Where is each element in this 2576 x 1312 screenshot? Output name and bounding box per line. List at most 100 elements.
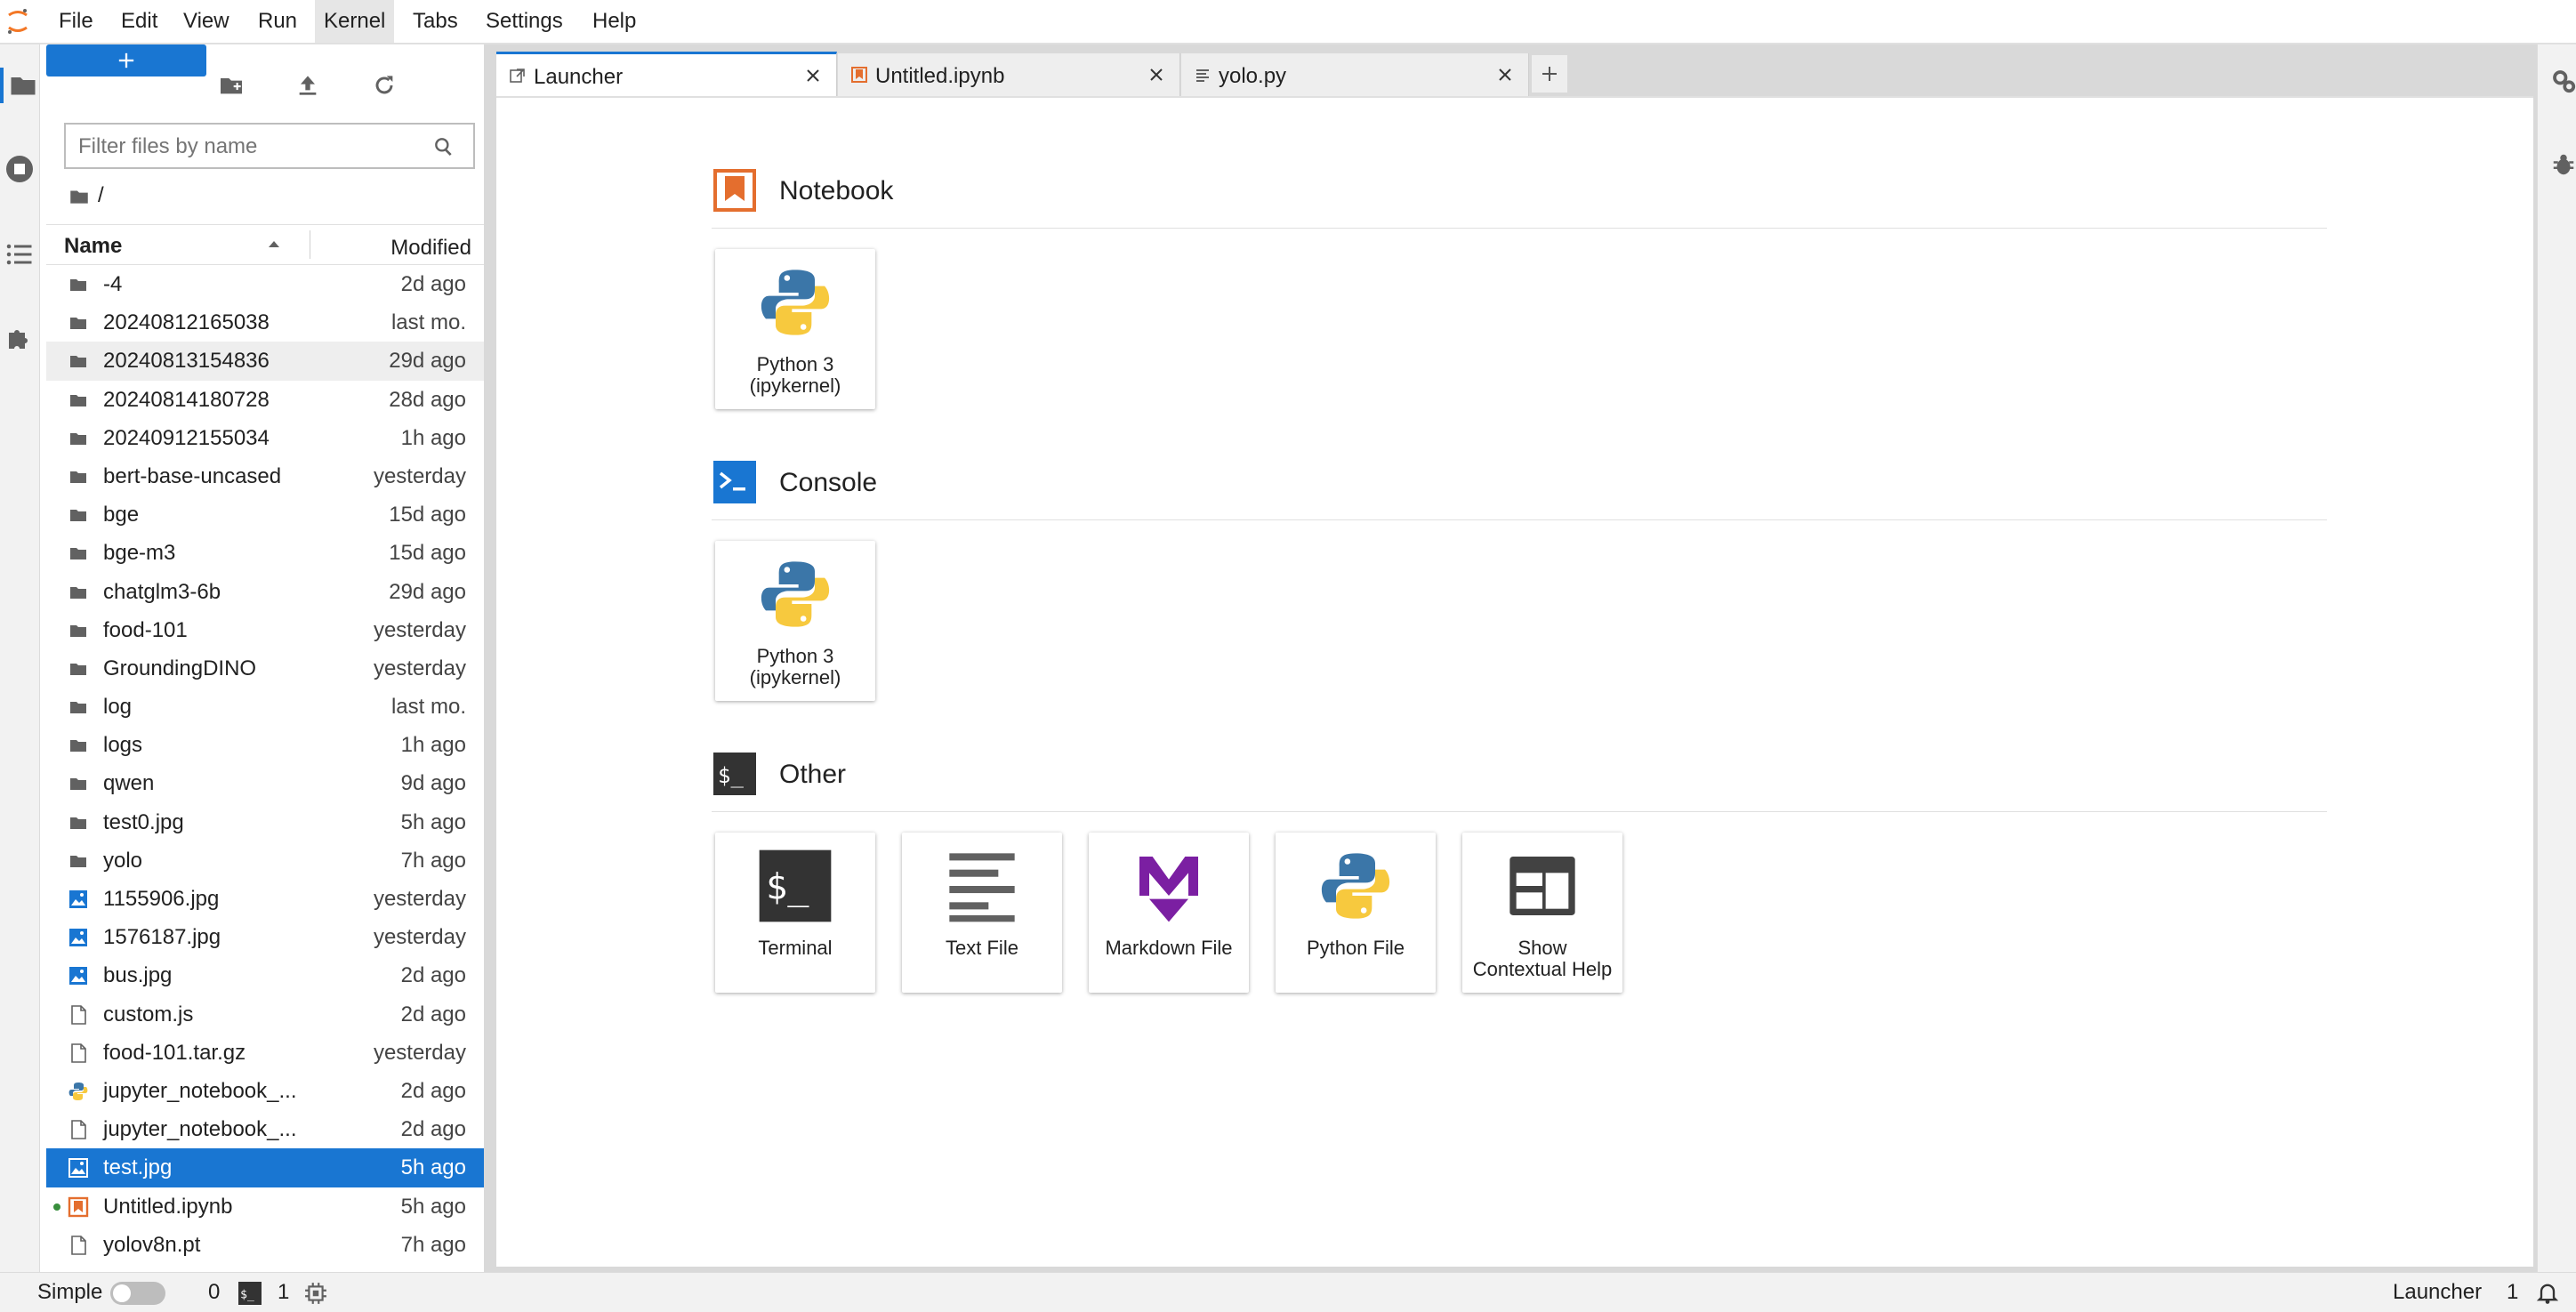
- file-row[interactable]: bge 15d ago: [46, 495, 484, 534]
- file-row[interactable]: custom.js 2d ago: [46, 995, 484, 1034]
- new-folder-icon[interactable]: [217, 68, 246, 103]
- file-browser-tab[interactable]: [0, 68, 39, 103]
- tab-label: Untitled.ipynb: [875, 64, 1005, 88]
- svg-text:$_: $_: [240, 1288, 254, 1301]
- tab-launcher[interactable]: Launcher: [496, 52, 837, 99]
- puzzle-icon: [9, 330, 28, 349]
- file-modified: 7h ago: [400, 1232, 466, 1257]
- file-row[interactable]: chatglm3-6b 29d ago: [46, 573, 484, 611]
- toggle-knob: [113, 1284, 131, 1302]
- tab-untitled-notebook[interactable]: Untitled.ipynb: [838, 53, 1180, 96]
- file-modified: 1h ago: [400, 425, 466, 450]
- folder-icon: [70, 778, 86, 791]
- filter-files-input[interactable]: [76, 132, 418, 162]
- text-file-card[interactable]: Text File: [902, 833, 1062, 993]
- property-inspector-icon[interactable]: [2550, 68, 2576, 94]
- column-header-name[interactable]: Name: [64, 234, 122, 259]
- file-row[interactable]: 20240912155034 1h ago: [46, 419, 484, 457]
- menu-help[interactable]: Help: [584, 0, 645, 43]
- file-row[interactable]: food-101 yesterday: [46, 611, 484, 649]
- kernel-chip-icon[interactable]: [304, 1282, 327, 1305]
- folder-icon: [70, 548, 86, 560]
- file-row[interactable]: GroundingDINO yesterday: [46, 649, 484, 688]
- breadcrumb-root[interactable]: /: [98, 183, 104, 208]
- file-modified: 29d ago: [389, 579, 466, 604]
- terminal-icon[interactable]: $_: [238, 1282, 262, 1305]
- file-name: 20240912155034: [103, 425, 270, 450]
- file-row[interactable]: test.jpg 5h ago: [46, 1148, 484, 1187]
- file-row[interactable]: 1576187.jpg yesterday: [46, 918, 484, 956]
- menu-kernel[interactable]: Kernel: [315, 0, 395, 43]
- file-name: bus.jpg: [103, 963, 173, 988]
- simple-mode-toggle[interactable]: [110, 1282, 165, 1305]
- file-name: qwen: [103, 771, 155, 796]
- file-name: test.jpg: [103, 1155, 173, 1180]
- refresh-icon[interactable]: [370, 68, 398, 103]
- folder-icon: [70, 702, 86, 714]
- notebook-icon: [68, 1196, 89, 1217]
- image-icon: [69, 929, 87, 947]
- file-name: jupyter_notebook_...: [103, 1117, 297, 1142]
- terminals-count[interactable]: 0: [208, 1280, 220, 1305]
- tab-yolo-py[interactable]: yolo.py: [1181, 53, 1529, 96]
- file-row[interactable]: yolo 7h ago: [46, 841, 484, 880]
- folder-icon[interactable]: [68, 185, 91, 208]
- new-tab-button[interactable]: [1532, 55, 1567, 93]
- menu-tabs[interactable]: Tabs: [404, 0, 467, 43]
- file-row[interactable]: 20240812165038 last mo.: [46, 303, 484, 342]
- file-row[interactable]: logs 1h ago: [46, 726, 484, 764]
- markdown-file-card[interactable]: Markdown File: [1089, 833, 1249, 993]
- python-logo-icon: [761, 561, 830, 627]
- file-row[interactable]: test0.jpg 5h ago: [46, 803, 484, 841]
- file-row[interactable]: qwen 9d ago: [46, 764, 484, 802]
- menu-run[interactable]: Run: [249, 0, 306, 43]
- file-row[interactable]: bge-m3 15d ago: [46, 534, 484, 572]
- kernels-count[interactable]: 1: [278, 1280, 289, 1305]
- column-header-modified[interactable]: Modified: [390, 236, 471, 261]
- file-name: test0.jpg: [103, 809, 184, 834]
- current-activity-label[interactable]: Launcher: [2393, 1280, 2482, 1305]
- notebook-python3-card[interactable]: Python 3 (ipykernel): [715, 249, 875, 409]
- close-icon[interactable]: [804, 67, 822, 85]
- menu-edit[interactable]: Edit: [112, 0, 166, 43]
- menu-bar: File Edit View Run Kernel Tabs Settings …: [0, 0, 2576, 44]
- menu-view[interactable]: View: [174, 0, 238, 43]
- console-python3-card[interactable]: Python 3 (ipykernel): [715, 541, 875, 701]
- folder-icon: [70, 279, 86, 291]
- file-row[interactable]: bert-base-uncased yesterday: [46, 457, 484, 495]
- new-launcher-button[interactable]: [46, 44, 206, 76]
- contextual-help-card[interactable]: Show Contextual Help: [1462, 833, 1622, 993]
- terminal-card[interactable]: $_ Terminal: [715, 833, 875, 993]
- close-icon[interactable]: [1147, 66, 1165, 84]
- folder-icon: [70, 510, 86, 522]
- file-row[interactable]: bus.jpg 2d ago: [46, 956, 484, 994]
- running-sessions-tab[interactable]: [2, 151, 37, 187]
- bell-icon[interactable]: [2535, 1280, 2560, 1305]
- file-row[interactable]: log last mo.: [46, 688, 484, 726]
- upload-icon[interactable]: [294, 68, 322, 103]
- folder-icon: [70, 586, 86, 599]
- file-row[interactable]: food-101.tar.gz yesterday: [46, 1034, 484, 1072]
- file-row[interactable]: 1155906.jpg yesterday: [46, 880, 484, 918]
- panel-splitter[interactable]: [484, 44, 496, 1272]
- file-browser-panel: / Name Modified -4 2d ago 20240812165038 la…: [46, 44, 484, 1272]
- file-modified: 7h ago: [400, 848, 466, 873]
- close-icon[interactable]: [1496, 66, 1514, 84]
- menu-settings[interactable]: Settings: [477, 0, 572, 43]
- file-row[interactable]: jupyter_notebook_... 2d ago: [46, 1110, 484, 1148]
- python-file-card[interactable]: Python File: [1276, 833, 1436, 993]
- menu-file[interactable]: File: [50, 0, 102, 43]
- file-row[interactable]: 20240814180728 28d ago: [46, 381, 484, 419]
- file-row[interactable]: -4 2d ago: [46, 265, 484, 303]
- extension-manager-tab[interactable]: [2, 320, 37, 356]
- file-row[interactable]: 20240813154836 29d ago: [46, 342, 484, 381]
- file-row[interactable]: Untitled.ipynb 5h ago: [46, 1187, 484, 1226]
- table-of-contents-tab[interactable]: [2, 237, 37, 272]
- file-row[interactable]: yolov8n.pt 7h ago: [46, 1226, 484, 1264]
- markdown-icon: [1139, 857, 1198, 922]
- file-row[interactable]: jupyter_notebook_... 2d ago: [46, 1072, 484, 1110]
- folder-icon: [70, 394, 86, 406]
- file-name: 20240814180728: [103, 387, 270, 412]
- terminal-icon: $_: [759, 849, 832, 922]
- debugger-bug-icon[interactable]: [2550, 151, 2576, 178]
